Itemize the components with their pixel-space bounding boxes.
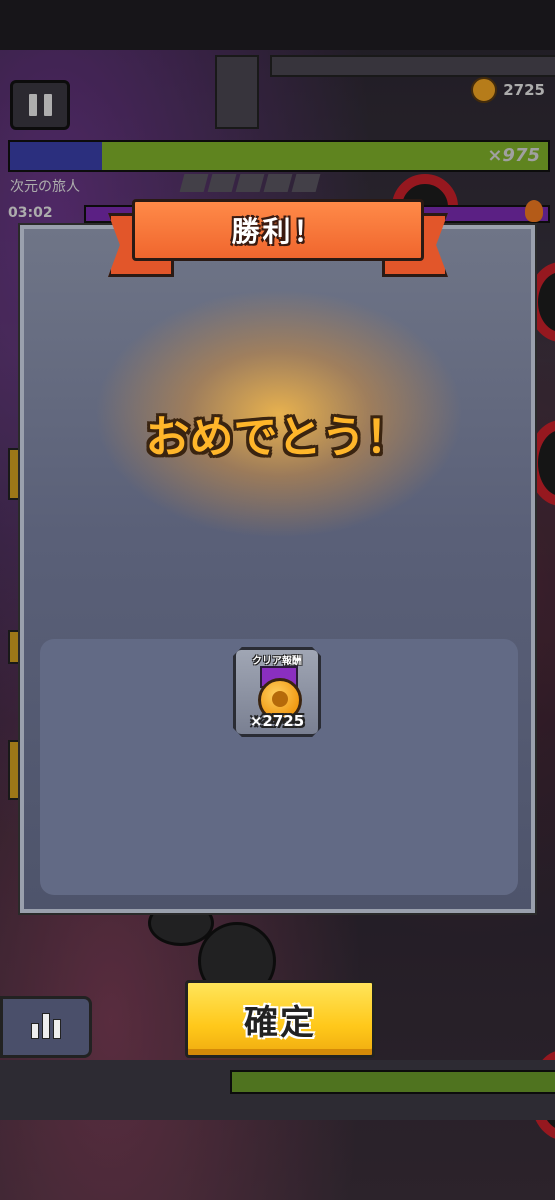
- confirm-button[interactable]: 確定: [185, 980, 375, 1058]
- reward-item[interactable]: クリア報酬 ×2725: [233, 647, 321, 737]
- congrats-text: おめでとう！: [145, 412, 410, 463]
- bar-chart-icon: [42, 1013, 50, 1039]
- stats-button[interactable]: [0, 996, 92, 1058]
- victory-banner: 勝利！: [108, 195, 448, 279]
- victory-modal: おめでとう！ クリア報酬 ×2725: [20, 225, 535, 913]
- banner-title: 勝利！: [132, 199, 424, 261]
- reward-panel: クリア報酬 ×2725: [40, 639, 518, 895]
- reward-label: クリア報酬: [252, 656, 302, 667]
- bar-chart-icon: [53, 1019, 61, 1039]
- bar-chart-icon: [31, 1023, 39, 1039]
- reward-count: ×2725: [249, 712, 305, 730]
